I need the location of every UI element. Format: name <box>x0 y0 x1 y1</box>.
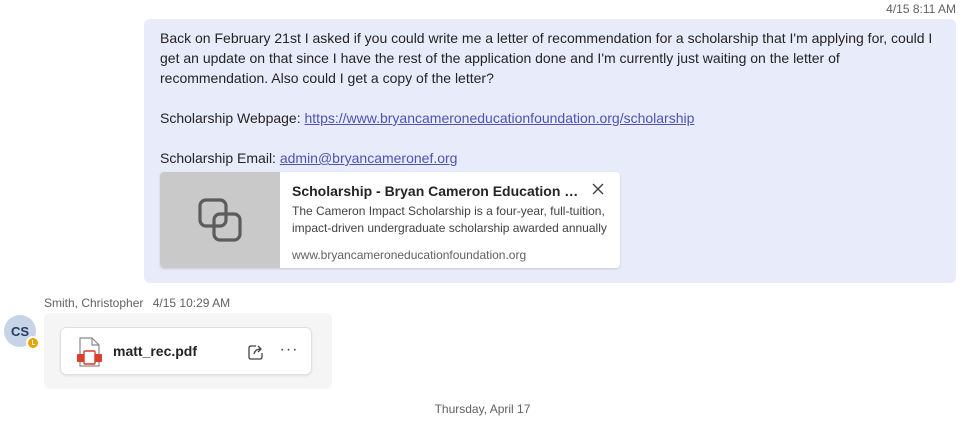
reply-header: Smith, Christopher 4/15 10:29 AM <box>44 296 230 310</box>
email-label: Scholarship Email: <box>160 150 280 166</box>
webpage-line: Scholarship Webpage: https://www.bryanca… <box>160 108 940 128</box>
link-preview-description-line2: impact-driven undergraduate scholarship … <box>292 221 607 235</box>
link-preview-description-line1: The Cameron Impact Scholarship is a four… <box>292 204 605 218</box>
message-timestamp: 4/15 8:11 AM <box>886 2 956 16</box>
link-icon <box>198 198 242 242</box>
link-preview-thumbnail <box>160 172 280 268</box>
email-link[interactable]: admin@bryancameronef.org <box>280 150 458 166</box>
webpage-label: Scholarship Webpage: <box>160 110 305 126</box>
share-icon[interactable] <box>247 343 265 361</box>
file-name: matt_rec.pdf <box>113 343 198 359</box>
link-preview-title: Scholarship - Bryan Cameron Education Fo… <box>292 183 582 199</box>
date-divider: Thursday, April 17 <box>434 402 531 416</box>
reply-timestamp: 4/15 10:29 AM <box>152 296 231 310</box>
sent-message-bubble: Back on February 21st I asked if you cou… <box>144 19 956 283</box>
link-preview-card[interactable]: Scholarship - Bryan Cameron Education Fo… <box>160 172 620 268</box>
presence-away-icon <box>26 336 40 350</box>
webpage-link[interactable]: https://www.bryancameroneducationfoundat… <box>305 110 695 126</box>
link-preview-description: The Cameron Impact Scholarship is a four… <box>292 203 612 237</box>
sender-name: Smith, Christopher <box>44 296 144 310</box>
message-body: Back on February 21st I asked if you cou… <box>160 30 933 86</box>
file-attachment[interactable]: matt_rec.pdf ··· <box>60 327 312 375</box>
reply-message-bubble: matt_rec.pdf ··· <box>44 313 332 389</box>
close-icon[interactable] <box>590 181 606 197</box>
email-line: Scholarship Email: admin@bryancameronef.… <box>160 148 940 168</box>
pdf-file-icon <box>77 337 102 367</box>
more-options-icon[interactable]: ··· <box>279 341 299 361</box>
link-preview-domain: www.bryancameroneducationfoundation.org <box>292 248 527 262</box>
